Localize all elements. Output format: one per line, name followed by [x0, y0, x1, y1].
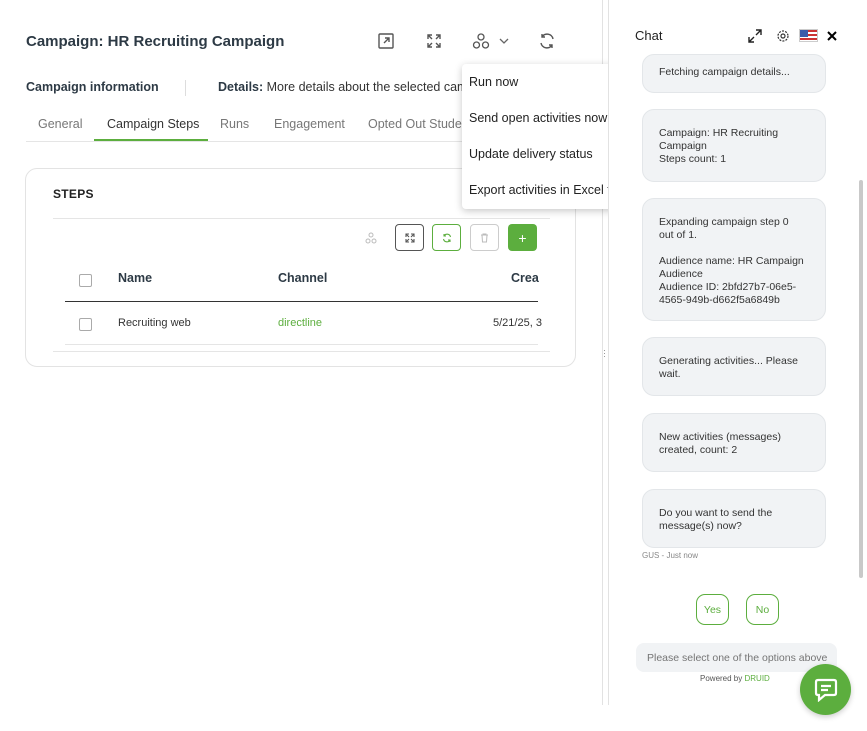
chat-scrollbar[interactable] [859, 180, 863, 578]
tab-bar: General Campaign Steps Runs Engagement O… [26, 108, 466, 142]
chat-title: Chat [635, 28, 663, 43]
chat-bubble-icon [814, 678, 837, 702]
close-icon[interactable] [823, 27, 841, 45]
settings-gear-icon[interactable] [774, 27, 792, 45]
page-title: Campaign: HR Recruiting Campaign [26, 33, 285, 50]
tab-runs[interactable]: Runs [220, 117, 249, 131]
menu-item-run-now[interactable]: Run now [469, 75, 518, 89]
table-footer-divider [53, 351, 550, 352]
steps-title: STEPS [53, 187, 94, 201]
refresh-button[interactable] [432, 224, 461, 251]
maximize-icon[interactable] [746, 27, 764, 45]
open-external-icon[interactable] [375, 30, 397, 52]
details-description: More details about the selected camp [266, 80, 466, 94]
delete-button[interactable] [470, 224, 499, 251]
column-channel[interactable]: Channel [278, 271, 327, 285]
chat-message: Fetching campaign details... [642, 54, 826, 93]
add-step-button[interactable]: + [508, 224, 537, 251]
chevron-down-icon[interactable] [493, 30, 515, 52]
table-row[interactable]: Recruiting web directline 5/21/25, 3 [65, 303, 542, 345]
refresh-icon[interactable] [536, 30, 558, 52]
panel-resize-handle[interactable]: · · · [603, 346, 607, 361]
chat-input[interactable] [636, 643, 837, 672]
tab-general[interactable]: General [38, 117, 82, 131]
active-tab-indicator [94, 139, 208, 141]
menu-item-export-excel[interactable]: Export activities in Excel file [469, 183, 623, 197]
message-timestamp: GUS - Just now [642, 551, 699, 560]
chat-message: Campaign: HR Recruiting Campaign Steps c… [642, 109, 826, 182]
brand-link[interactable]: DRUID [744, 674, 769, 683]
chat-toggle-button[interactable] [800, 664, 851, 715]
expand-icon[interactable] [423, 30, 445, 52]
tab-engagement[interactable]: Engagement [274, 117, 345, 131]
yes-button[interactable]: Yes [696, 594, 729, 625]
column-created[interactable]: Crea [511, 271, 539, 285]
cell-created: 5/21/25, 3 [493, 317, 542, 329]
powered-by: Powered by DRUID [700, 674, 770, 683]
details-label: Details: [218, 80, 264, 94]
cell-name: Recruiting web [118, 317, 191, 329]
campaign-information-label: Campaign information [26, 80, 159, 94]
app-root: Campaign: HR Recruiting Campaign Campaig… [0, 0, 867, 731]
tab-opted-out[interactable]: Opted Out Studer [368, 117, 466, 131]
cell-channel[interactable]: directline [278, 317, 322, 329]
select-all-checkbox[interactable] [79, 274, 92, 287]
chat-panel: Chat Fetching campaign details... Campai… [608, 0, 866, 705]
details-text: Details: More details about the selected… [218, 80, 466, 94]
chat-message: Generating activities... Please wait. [642, 337, 826, 396]
tab-campaign-steps[interactable]: Campaign Steps [107, 117, 199, 131]
chat-message: Do you want to send the message(s) now? [642, 489, 826, 548]
menu-item-update-delivery-status[interactable]: Update delivery status [469, 147, 593, 161]
steps-divider [53, 218, 550, 219]
row-checkbox[interactable] [79, 318, 92, 331]
chat-message: New activities (messages) created, count… [642, 413, 826, 472]
expand-button[interactable] [395, 224, 424, 251]
info-row: Campaign information Details: More detai… [26, 80, 466, 98]
no-button[interactable]: No [746, 594, 779, 625]
menu-item-send-open-activities[interactable]: Send open activities now [469, 111, 607, 125]
us-flag-language-icon[interactable] [799, 29, 818, 42]
info-separator [185, 80, 186, 96]
workflow-view-button[interactable] [356, 224, 385, 251]
workflow-icon[interactable] [470, 30, 492, 52]
powered-by-text: Powered by [700, 674, 743, 683]
column-name[interactable]: Name [118, 271, 152, 285]
chat-message: Expanding campaign step 0 out of 1. Audi… [642, 198, 826, 321]
table-header: Name Channel Crea [65, 265, 539, 302]
